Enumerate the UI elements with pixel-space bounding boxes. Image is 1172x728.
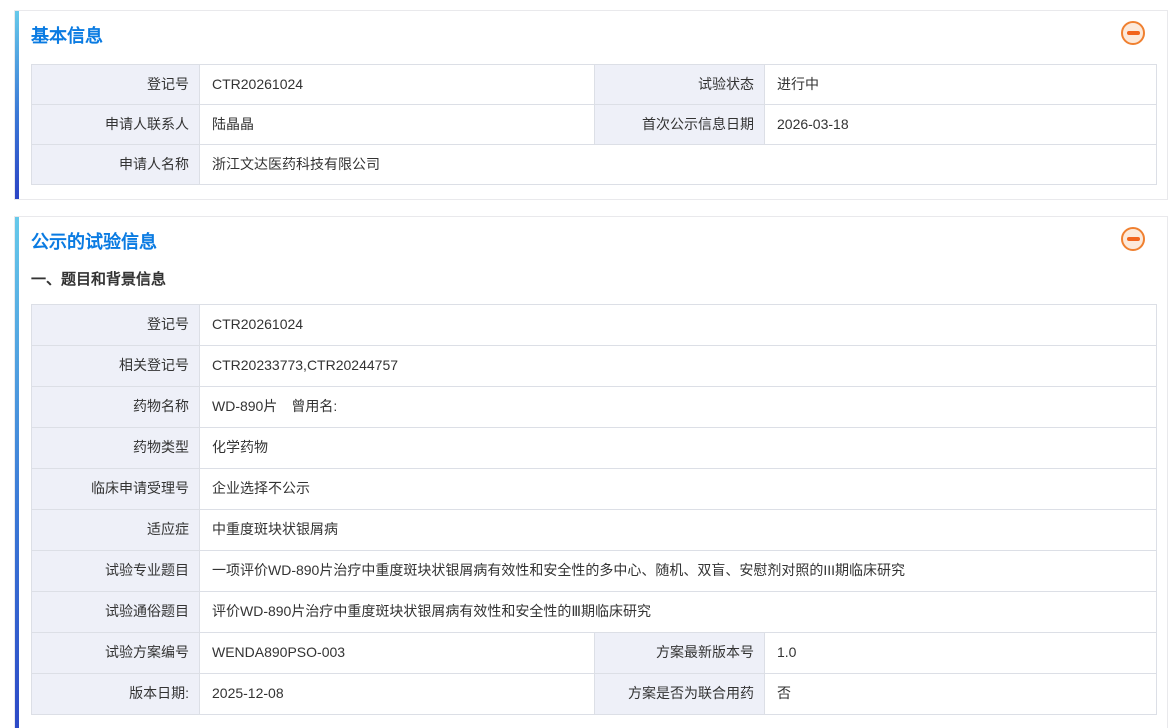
field-value: 否 xyxy=(763,673,1158,715)
table-row: 试验方案编号 WENDA890PSO-003 方案最新版本号 1.0 xyxy=(31,632,1158,674)
field-label: 试验通俗题目 xyxy=(31,591,200,633)
table-row: 药物名称 WD-890片 曾用名: xyxy=(31,386,1158,428)
subsection-title-background-info: 一、题目和背景信息 xyxy=(31,271,167,288)
basic-info-section: 基本信息 登记号 CTR20261024 试验状态 进行中 申请人联系人 陆晶晶… xyxy=(14,10,1168,200)
field-value: 化学药物 xyxy=(198,427,1158,469)
table-row: 临床申请受理号 企业选择不公示 xyxy=(31,468,1158,510)
field-label: 版本日期: xyxy=(31,673,200,715)
field-label: 登记号 xyxy=(31,64,200,105)
table-row: 药物类型 化学药物 xyxy=(31,427,1158,469)
table-row: 登记号 CTR20261024 试验状态 进行中 xyxy=(31,64,1157,105)
table-row: 申请人联系人 陆晶晶 首次公示信息日期 2026-03-18 xyxy=(31,104,1157,145)
field-label: 试验状态 xyxy=(594,64,765,105)
field-label: 药物名称 xyxy=(31,386,200,428)
field-label: 登记号 xyxy=(31,304,200,346)
field-value: 中重度斑块状银屑病 xyxy=(198,509,1158,551)
field-value: 陆晶晶 xyxy=(199,104,595,145)
trial-detail-page: 基本信息 登记号 CTR20261024 试验状态 进行中 申请人联系人 陆晶晶… xyxy=(0,0,1172,728)
table-row: 试验通俗题目 评价WD-890片治疗中重度斑块状银屑病有效性和安全性的Ⅲ期临床研… xyxy=(31,591,1158,633)
field-value: 浙江文达医药科技有限公司 xyxy=(199,144,1157,185)
field-value: 一项评价WD-890片治疗中重度斑块状银屑病有效性和安全性的多中心、随机、双盲、… xyxy=(198,550,1158,592)
field-value: 进行中 xyxy=(764,64,1157,105)
section-accent-bar xyxy=(15,217,19,728)
trial-info-table: 登记号 CTR20261024 相关登记号 CTR20233773,CTR202… xyxy=(31,304,1158,715)
field-label: 试验方案编号 xyxy=(31,632,200,674)
field-label: 相关登记号 xyxy=(31,345,200,387)
field-label: 试验专业题目 xyxy=(31,550,200,592)
field-label: 方案最新版本号 xyxy=(594,632,765,674)
table-row: 相关登记号 CTR20233773,CTR20244757 xyxy=(31,345,1158,387)
section-accent-bar xyxy=(15,11,19,199)
field-label: 首次公示信息日期 xyxy=(594,104,765,145)
field-label: 申请人联系人 xyxy=(31,104,200,145)
field-value: 2025-12-08 xyxy=(199,673,595,715)
basic-info-table: 登记号 CTR20261024 试验状态 进行中 申请人联系人 陆晶晶 首次公示… xyxy=(31,64,1157,185)
table-row: 登记号 CTR20261024 xyxy=(31,304,1158,346)
basic-info-title: 基本信息 xyxy=(31,26,103,46)
field-value: CTR20261024 xyxy=(199,64,595,105)
minus-icon xyxy=(1126,237,1140,241)
field-value: 评价WD-890片治疗中重度斑块状银屑病有效性和安全性的Ⅲ期临床研究 xyxy=(198,591,1158,633)
collapse-basic-info-button[interactable] xyxy=(1121,21,1145,45)
table-row: 适应症 中重度斑块状银屑病 xyxy=(31,509,1158,551)
field-value: CTR20261024 xyxy=(198,304,1158,346)
field-label: 药物类型 xyxy=(31,427,200,469)
field-label: 申请人名称 xyxy=(31,144,200,185)
field-value: 2026-03-18 xyxy=(764,104,1157,145)
collapse-public-info-button[interactable] xyxy=(1121,227,1145,251)
field-value: WENDA890PSO-003 xyxy=(199,632,595,674)
public-trial-info-section: 公示的试验信息 一、题目和背景信息 登记号 CTR20261024 相关登记号 … xyxy=(14,216,1168,728)
table-row: 版本日期: 2025-12-08 方案是否为联合用药 否 xyxy=(31,673,1158,715)
field-value: CTR20233773,CTR20244757 xyxy=(198,345,1158,387)
field-label: 方案是否为联合用药 xyxy=(594,673,765,715)
table-row: 申请人名称 浙江文达医药科技有限公司 xyxy=(31,144,1157,185)
field-value: WD-890片 曾用名: xyxy=(198,386,1158,428)
minus-icon xyxy=(1126,31,1140,35)
field-label: 临床申请受理号 xyxy=(31,468,200,510)
public-trial-info-title: 公示的试验信息 xyxy=(31,232,157,252)
field-value: 1.0 xyxy=(763,632,1158,674)
field-label: 适应症 xyxy=(31,509,200,551)
field-value: 企业选择不公示 xyxy=(198,468,1158,510)
table-row: 试验专业题目 一项评价WD-890片治疗中重度斑块状银屑病有效性和安全性的多中心… xyxy=(31,550,1158,592)
